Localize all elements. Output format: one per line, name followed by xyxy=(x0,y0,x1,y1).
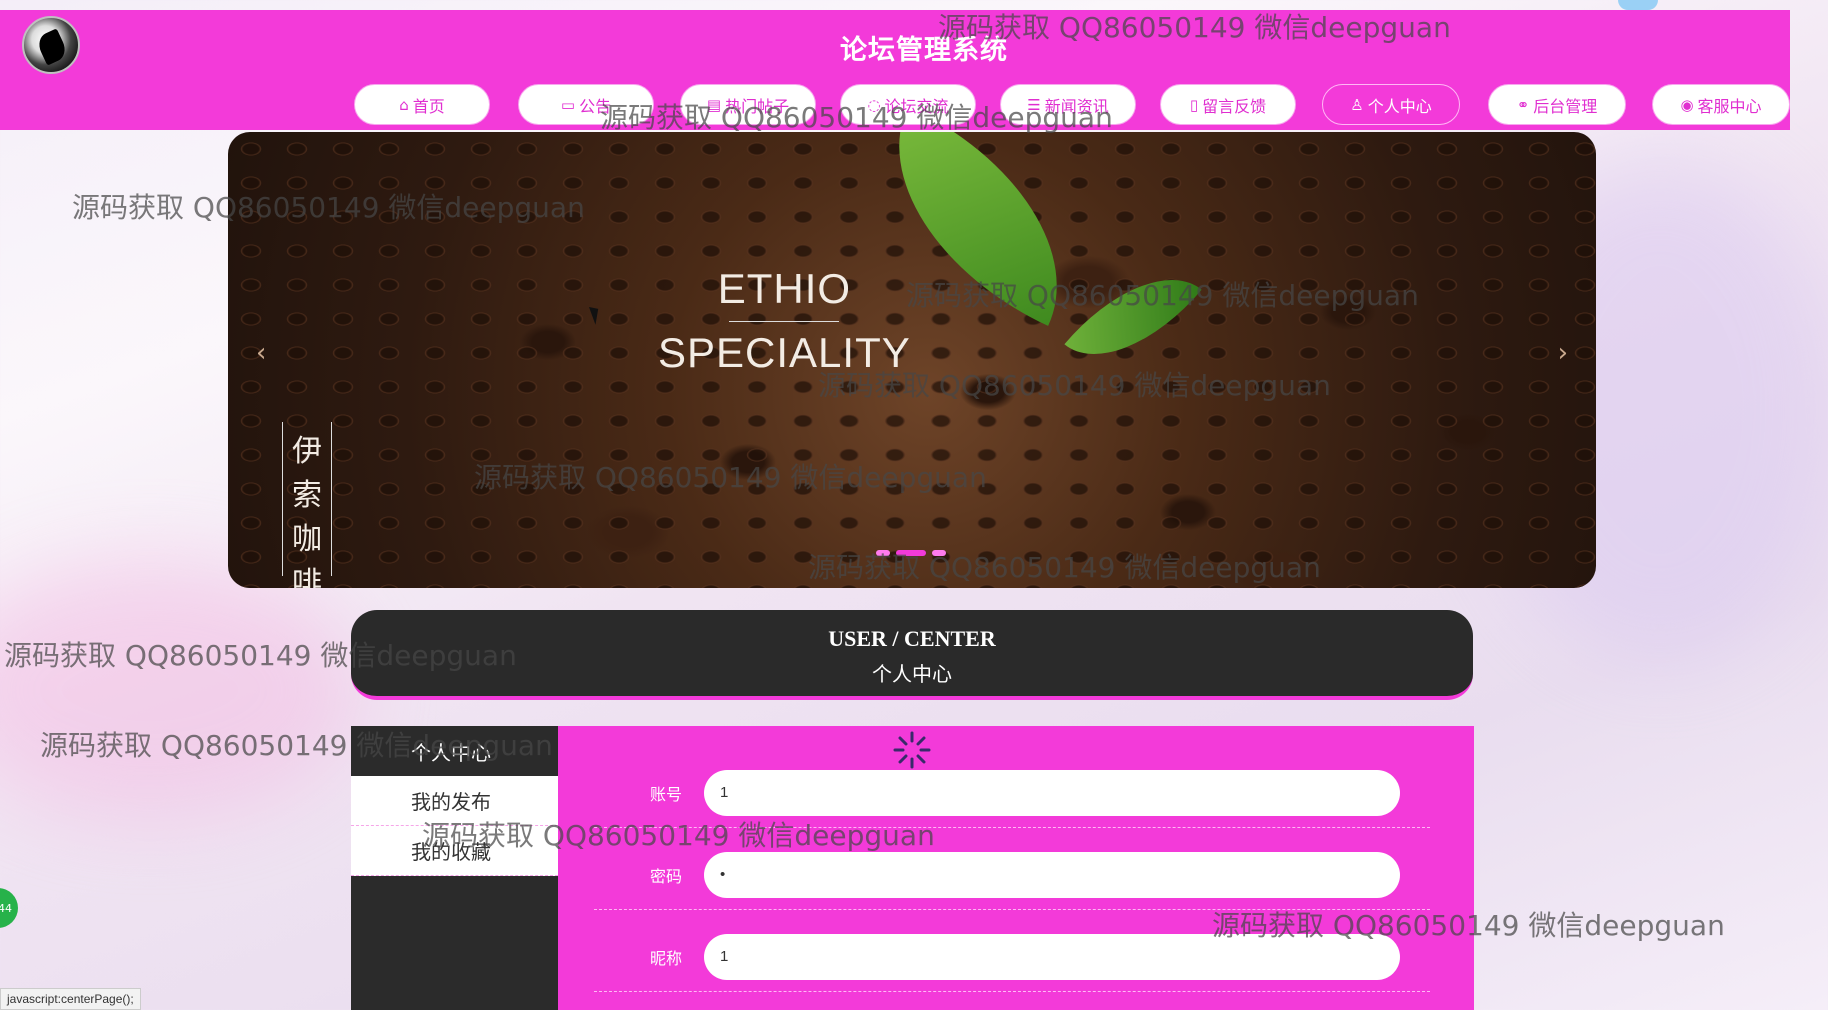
form-row-password: 密码 xyxy=(594,840,1430,910)
carousel-dot-active[interactable] xyxy=(896,550,926,556)
section-header: USER / CENTER 个人中心 xyxy=(351,610,1473,700)
carousel-dot[interactable] xyxy=(932,550,946,556)
nav-forum[interactable]: ◌ 论坛交流 xyxy=(840,84,976,125)
user-icon: ♙ xyxy=(1350,95,1364,114)
account-label: 账号 xyxy=(649,784,682,804)
site-logo[interactable] xyxy=(22,16,80,74)
doc-icon: ▤ xyxy=(706,95,722,114)
banner-title-line2: SPECIALITY xyxy=(658,328,911,376)
banner-divider xyxy=(729,320,840,322)
vertical-char: 索 xyxy=(292,478,322,513)
carousel-prev-button[interactable]: ‹ xyxy=(256,338,266,368)
sidebar-item-my-favorites[interactable]: 我的收藏 xyxy=(351,826,558,876)
banner-vertical-text: 伊 索 咖 啡 xyxy=(282,422,332,588)
nav-label: 留言反馈 xyxy=(1202,96,1267,116)
site-title: 论坛管理系统 xyxy=(840,35,1008,66)
form-row-account: 账号 xyxy=(594,758,1430,828)
nav-label: 后台管理 xyxy=(1533,96,1598,116)
top-navigation-bar: 论坛管理系统 ⌂ 首页 ▭ 公告 ▤ 热门帖子 ◌ 论坛交流 ☰ 新闻资讯 ▯ … xyxy=(0,10,1790,130)
sidebar-item-my-posts[interactable]: 我的发布 xyxy=(351,776,558,826)
vertical-char: 咖 xyxy=(292,522,322,557)
service-icon: ◉ xyxy=(1680,95,1694,114)
nav-label: 个人中心 xyxy=(1367,96,1432,116)
nav-feedback[interactable]: ▯ 留言反馈 xyxy=(1160,84,1296,125)
password-label: 密码 xyxy=(649,866,682,886)
carousel-next-button[interactable]: › xyxy=(1558,338,1568,368)
nav-label: 论坛交流 xyxy=(884,96,949,116)
sidebar-item-user-center[interactable]: 个人中心 xyxy=(351,726,558,776)
floating-badge[interactable]: 44 xyxy=(0,888,18,928)
nav-label: 客服中心 xyxy=(1697,96,1762,116)
carousel-indicators xyxy=(876,550,946,556)
user-center-sidebar: 个人中心 我的发布 我的收藏 xyxy=(351,726,558,1010)
list-icon: ☰ xyxy=(1027,95,1041,114)
scroll-indicator xyxy=(1618,0,1658,10)
nav-label: 热门帖子 xyxy=(725,96,790,116)
link-icon: ⚭ xyxy=(1516,95,1530,114)
vertical-char: 啡 xyxy=(292,566,322,588)
nav-admin[interactable]: ⚭ 后台管理 xyxy=(1488,84,1626,125)
nav-user-center[interactable]: ♙ 个人中心 xyxy=(1322,84,1460,125)
nickname-label: 昵称 xyxy=(649,948,682,968)
nav-label: 首页 xyxy=(412,96,445,116)
carousel-dot[interactable] xyxy=(876,550,890,556)
section-title-cn: 个人中心 xyxy=(872,662,952,686)
vertical-char: 伊 xyxy=(292,434,322,469)
account-input[interactable] xyxy=(704,769,1400,816)
nav-label: 新闻资讯 xyxy=(1044,96,1109,116)
note-icon: ▯ xyxy=(1189,95,1199,114)
status-bar-url: javascript:centerPage(); xyxy=(0,988,141,1010)
book-icon: ▭ xyxy=(560,95,576,114)
form-row-nickname: 昵称 xyxy=(594,922,1430,992)
banner-carousel[interactable]: ETHIO SPECIALITY 伊 索 咖 啡 ‹ › xyxy=(228,132,1596,588)
nav-news[interactable]: ☰ 新闻资讯 xyxy=(1000,84,1136,125)
nickname-input[interactable] xyxy=(704,933,1400,980)
nav-label: 公告 xyxy=(579,96,612,116)
password-input[interactable] xyxy=(704,851,1400,898)
profile-form-panel: 账号 密码 昵称 xyxy=(558,726,1474,1010)
nav-announcement[interactable]: ▭ 公告 xyxy=(518,84,654,125)
banner-title-line1: ETHIO xyxy=(717,265,852,312)
banner-heading: ETHIO SPECIALITY xyxy=(658,262,911,380)
section-title-en: USER / CENTER xyxy=(828,626,996,651)
nav-customer-service[interactable]: ◉ 客服中心 xyxy=(1652,84,1790,125)
nav-home[interactable]: ⌂ 首页 xyxy=(354,84,490,125)
home-icon: ⌂ xyxy=(399,95,409,114)
nav-hot-posts[interactable]: ▤ 热门帖子 xyxy=(680,84,816,125)
chat-icon: ◌ xyxy=(867,95,881,114)
